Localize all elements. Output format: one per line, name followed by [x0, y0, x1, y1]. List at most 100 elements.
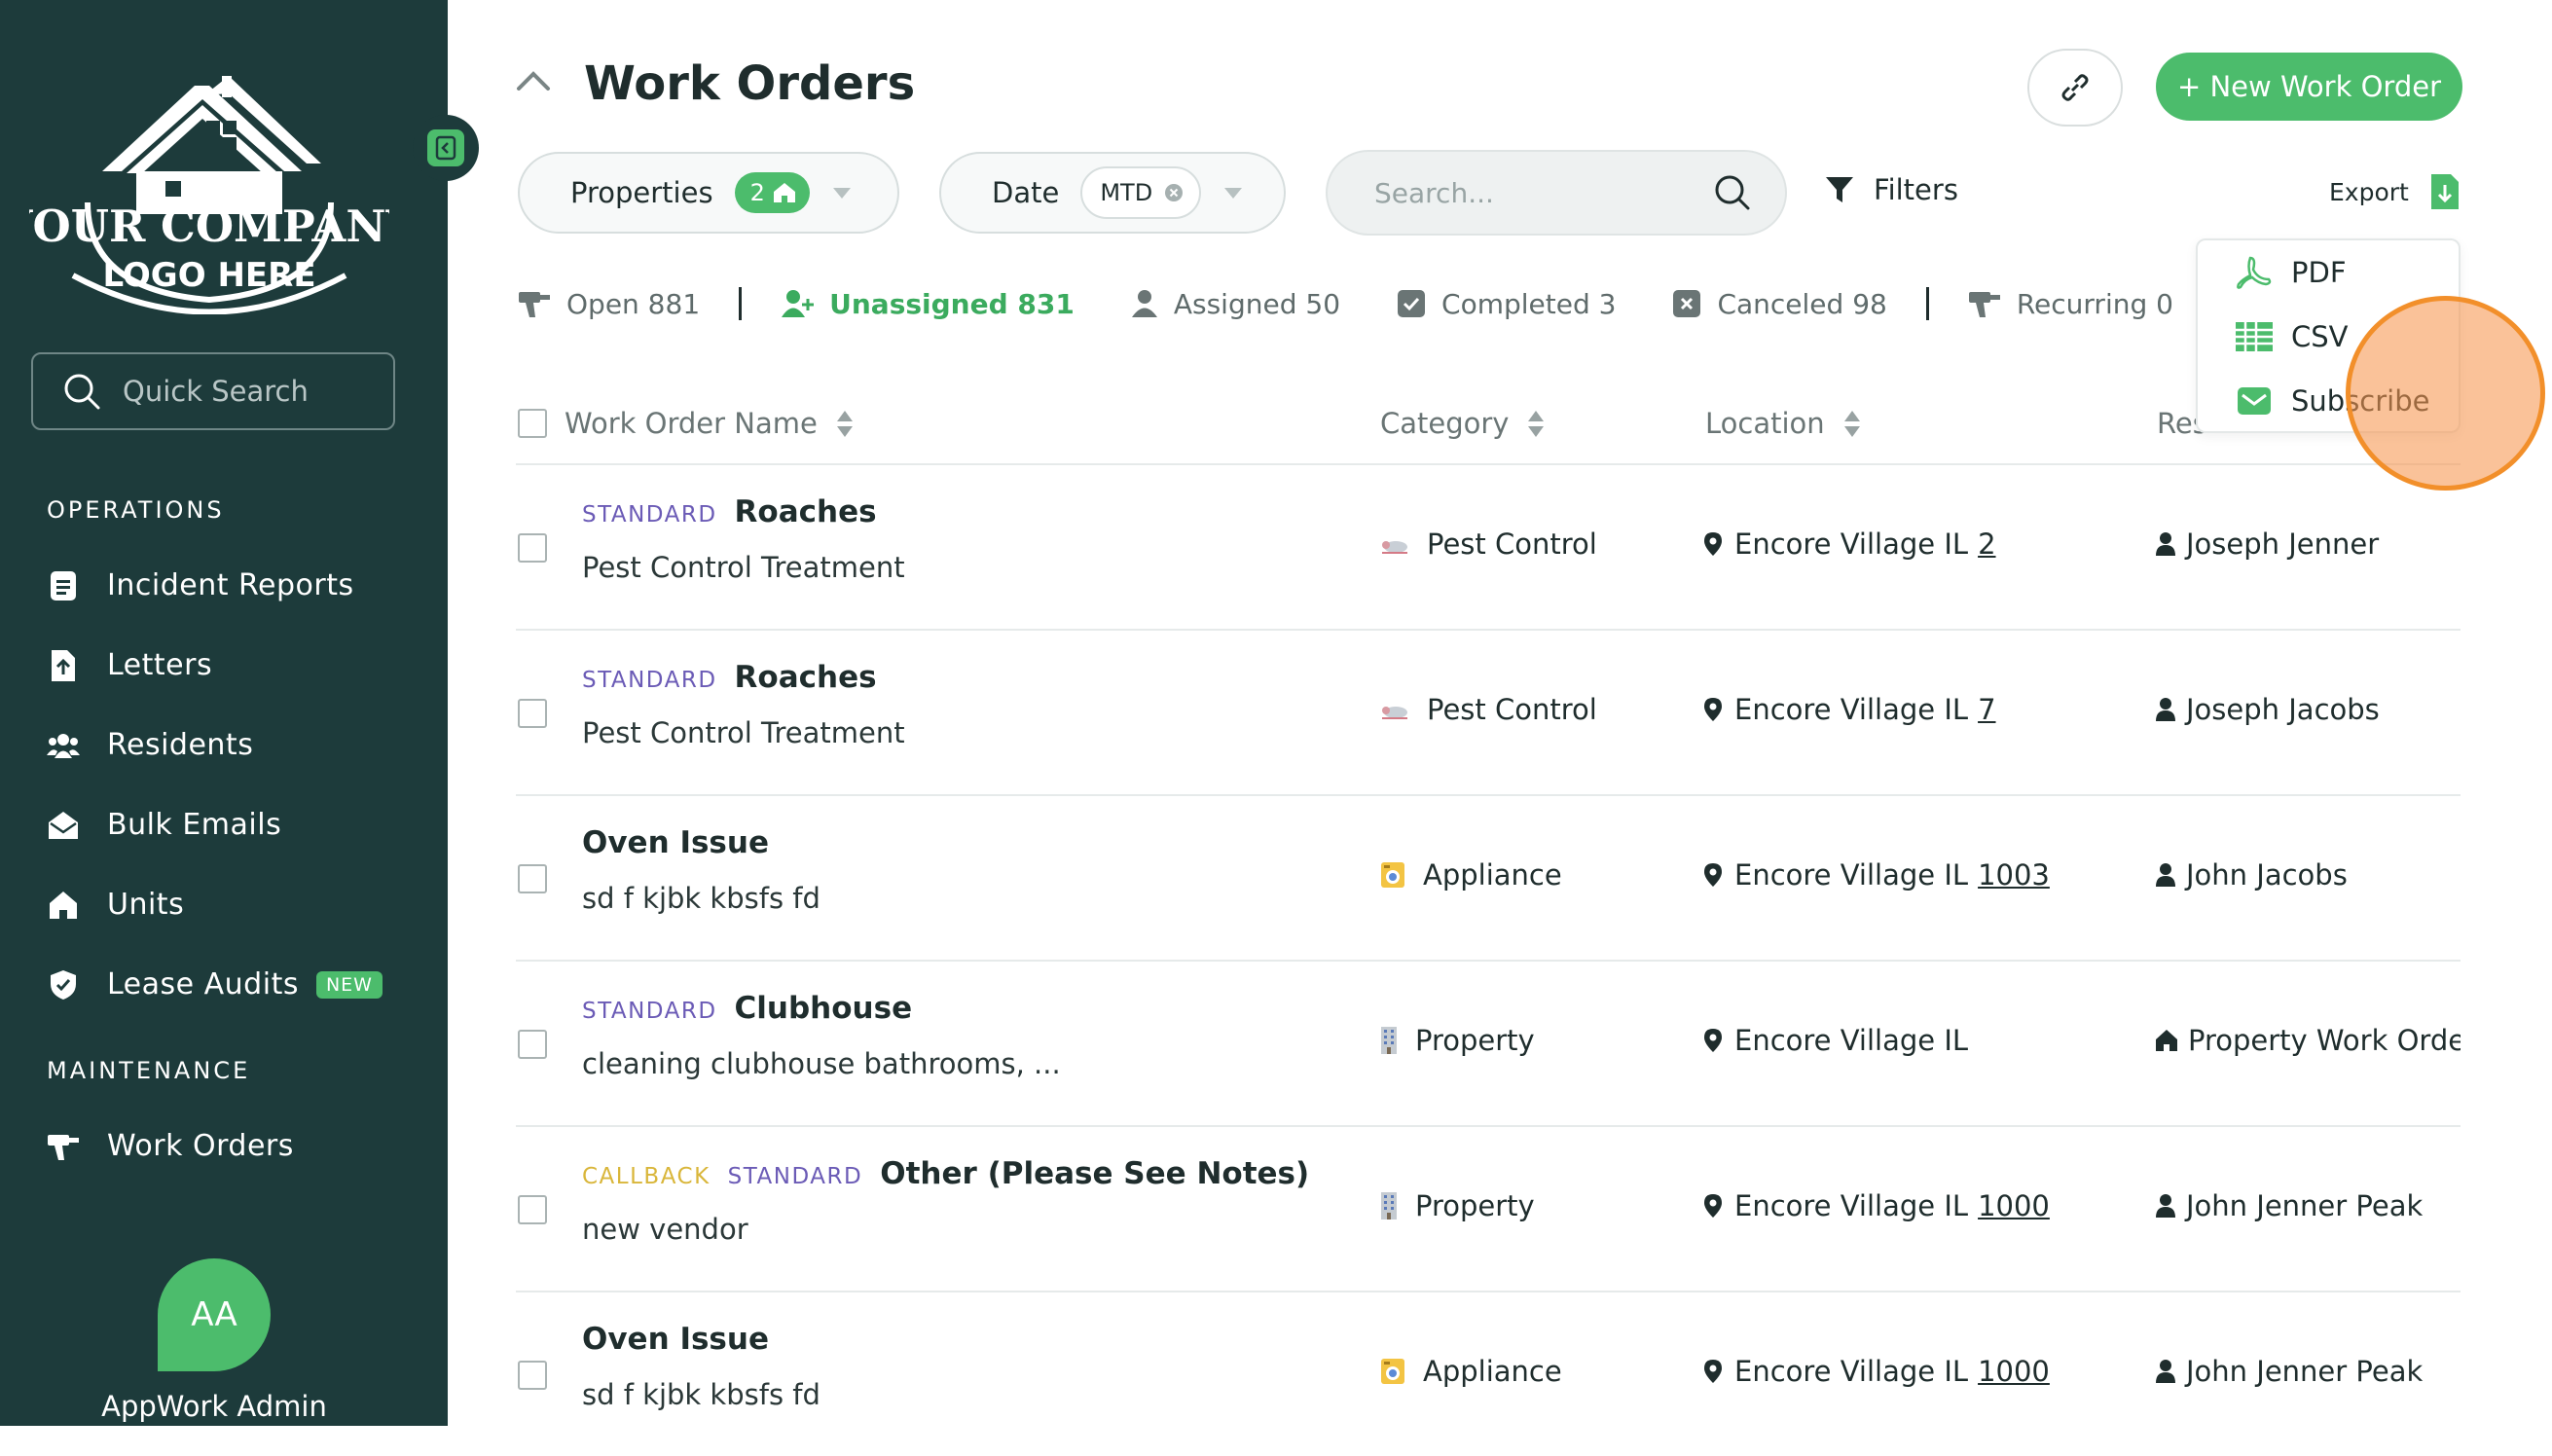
work-order-description: Pest Control Treatment: [582, 551, 905, 584]
page-title: Work Orders: [584, 56, 916, 111]
column-header-category[interactable]: Category: [1380, 407, 1545, 440]
user-icon: [2155, 1193, 2176, 1219]
sidebar-item-label: Incident Reports: [107, 568, 354, 602]
table-row[interactable]: Oven Issue sd f kjbk kbsfs fd Appliance …: [516, 1292, 2461, 1456]
sidebar-item-letters[interactable]: Letters: [47, 648, 212, 682]
user-icon: [1131, 289, 1158, 318]
home-icon: [773, 183, 795, 202]
search-placeholder: Search...: [1374, 176, 1494, 209]
tab-completed[interactable]: Completed 3: [1397, 288, 1616, 320]
menu-item-label: PDF: [2291, 256, 2347, 289]
sidebar-item-lease-audits[interactable]: Lease Audits NEW: [47, 967, 383, 1001]
row-checkbox[interactable]: [518, 1361, 547, 1390]
row-checkbox[interactable]: [518, 533, 547, 563]
unit-link[interactable]: 1000: [1978, 1189, 2050, 1222]
table-header: Work Order Name Category Location Res: [516, 389, 2461, 465]
unit-link[interactable]: 2: [1978, 528, 1995, 561]
sidebar-item-work-orders[interactable]: Work Orders: [47, 1129, 294, 1163]
row-checkbox[interactable]: [518, 1030, 547, 1059]
clear-icon[interactable]: [1164, 183, 1184, 202]
table-row[interactable]: STANDARD Roaches Pest Control Treatment …: [516, 631, 2461, 796]
work-order-title[interactable]: Clubhouse: [735, 991, 913, 1026]
tab-canceled[interactable]: Canceled 98: [1672, 288, 1887, 320]
section-title-maintenance: MAINTENANCE: [47, 1057, 251, 1084]
column-label: Location: [1705, 407, 1825, 440]
tab-recurring[interactable]: Recurring 0: [1968, 288, 2173, 320]
quick-search-input[interactable]: Quick Search: [31, 352, 395, 430]
user-icon: [2155, 1359, 2176, 1384]
resident-cell: Joseph Jacobs: [2155, 693, 2461, 726]
appliance-icon: [1380, 861, 1405, 889]
location-cell: Encore Village IL 1003: [1703, 858, 2050, 892]
filters-button[interactable]: Filters: [1825, 173, 1958, 206]
work-order-title[interactable]: Roaches: [735, 660, 877, 695]
unit-link[interactable]: 1003: [1978, 858, 2050, 892]
sidebar-item-bulk-emails[interactable]: Bulk Emails: [47, 808, 281, 842]
select-all-checkbox[interactable]: [518, 409, 547, 438]
sidebar-item-units[interactable]: Units: [47, 888, 184, 922]
work-order-description: sd f kjbk kbsfs fd: [582, 1378, 820, 1411]
sidebar-item-label: Units: [107, 888, 185, 922]
search-input[interactable]: Search...: [1326, 150, 1787, 236]
table-row[interactable]: Oven Issue sd f kjbk kbsfs fd Appliance …: [516, 796, 2461, 962]
unit-link[interactable]: 7: [1978, 693, 1995, 726]
building-icon: [1380, 1191, 1398, 1220]
tab-assigned[interactable]: Assigned 50: [1131, 288, 1340, 320]
resident-name[interactable]: Joseph Jacobs: [2186, 693, 2380, 726]
company-logo[interactable]: YOUR COMPANY LOGO HERE: [0, 56, 418, 315]
avatar[interactable]: AA: [158, 1258, 271, 1371]
map-pin-icon: [1703, 1193, 1723, 1219]
location-cell: Encore Village IL 1000: [1703, 1189, 2050, 1222]
user-name[interactable]: AppWork Admin: [0, 1390, 428, 1423]
collapse-header-button[interactable]: [516, 70, 551, 95]
location-label: Encore Village IL: [1734, 693, 1969, 726]
work-order-title[interactable]: Oven Issue: [582, 1322, 769, 1357]
work-order-title[interactable]: Oven Issue: [582, 825, 769, 860]
tab-open[interactable]: Open 881: [518, 288, 700, 320]
sort-icon: [1843, 410, 1860, 437]
search-icon[interactable]: [1713, 173, 1752, 212]
work-order-title[interactable]: Other (Please See Notes): [880, 1156, 1309, 1191]
date-value-chip[interactable]: MTD: [1080, 166, 1202, 219]
column-header-name[interactable]: Work Order Name: [565, 407, 853, 440]
resident-name[interactable]: Joseph Jenner: [2186, 528, 2379, 561]
resident-name[interactable]: John Jenner Peak: [2186, 1355, 2423, 1388]
new-badge: NEW: [315, 970, 383, 999]
table-row[interactable]: STANDARD Roaches Pest Control Treatment …: [516, 465, 2461, 631]
work-order-description: new vendor: [582, 1213, 748, 1246]
export-button[interactable]: Export: [2329, 173, 2460, 210]
work-order-description: Pest Control Treatment: [582, 716, 905, 749]
location-label: Encore Village IL: [1734, 1189, 1969, 1222]
resident-cell: John Jenner Peak: [2155, 1355, 2461, 1388]
new-work-order-button[interactable]: + New Work Order: [2156, 53, 2462, 121]
map-pin-icon: [1703, 1359, 1723, 1384]
row-checkbox[interactable]: [518, 864, 547, 893]
column-header-location[interactable]: Location: [1705, 407, 1860, 440]
sidebar-collapse-button[interactable]: [413, 115, 479, 181]
unit-link[interactable]: 1000: [1978, 1355, 2050, 1388]
sidebar-item-label: Bulk Emails: [107, 808, 282, 842]
map-pin-icon: [1703, 862, 1723, 888]
resident-name[interactable]: John Jenner Peak: [2186, 1189, 2423, 1222]
standard-tag: STANDARD: [582, 668, 717, 693]
sidebar-item-incident-reports[interactable]: Incident Reports: [47, 568, 354, 602]
table-row[interactable]: STANDARD Clubhouse cleaning clubhouse ba…: [516, 962, 2461, 1127]
properties-count: 2: [749, 179, 765, 206]
copy-link-button[interactable]: [2027, 49, 2123, 127]
sidebar-item-residents[interactable]: Residents: [47, 728, 253, 762]
date-filter[interactable]: Date MTD: [939, 152, 1286, 234]
properties-filter[interactable]: Properties 2: [518, 152, 899, 234]
table-row[interactable]: CALLBACK STANDARD Other (Please See Note…: [516, 1127, 2461, 1292]
tab-unassigned[interactable]: Unassigned 831: [781, 288, 1075, 320]
resident-name[interactable]: John Jacobs: [2186, 858, 2348, 892]
location-cell: Encore Village IL 1000: [1703, 1355, 2050, 1388]
row-checkbox[interactable]: [518, 1195, 547, 1224]
column-label: Category: [1380, 407, 1510, 440]
people-icon: [47, 729, 80, 762]
resident-name[interactable]: Property Work Order: [2188, 1024, 2461, 1057]
work-order-title[interactable]: Roaches: [735, 494, 877, 529]
export-csv-option[interactable]: CSV: [2235, 320, 2349, 353]
export-pdf-option[interactable]: PDF: [2235, 256, 2347, 289]
resident-cell: Property Work Order: [2155, 1024, 2461, 1057]
row-checkbox[interactable]: [518, 699, 547, 728]
